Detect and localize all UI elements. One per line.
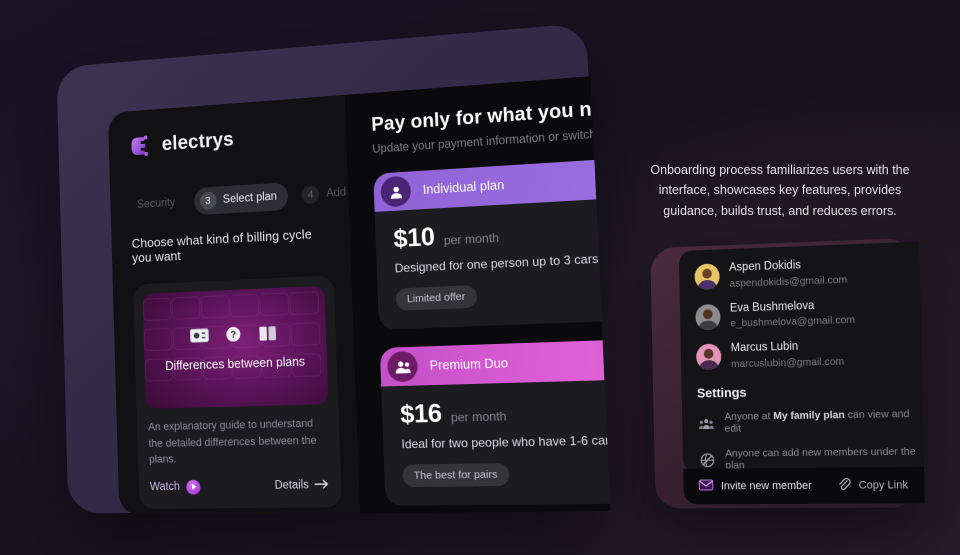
member-info: Eva Bushmelova e_bushmelova@gmail.com — [730, 297, 855, 330]
members-footer: Invite new member Copy Link — [683, 467, 925, 505]
plug-logo-icon — [128, 133, 153, 160]
brand[interactable]: electrys — [128, 120, 328, 159]
avatar — [695, 303, 721, 329]
user-icon — [380, 176, 411, 208]
plan-card-premium-duo[interactable]: Premium Duo $16 per month Ideal for two … — [380, 333, 611, 506]
brand-name: electrys — [161, 128, 234, 155]
plan-period: per month — [444, 231, 500, 248]
step-label: Select plan — [223, 191, 277, 206]
step-security[interactable]: Security — [127, 191, 187, 216]
question-circle-icon: ? — [223, 325, 244, 344]
avatar — [696, 344, 722, 370]
promo-thumbnail[interactable]: ? Differences between plans — [142, 286, 328, 409]
plan-name: Premium Duo — [429, 356, 508, 373]
setting-strong: My family plan — [773, 409, 845, 422]
step-number: 3 — [199, 192, 216, 211]
book-icon — [257, 324, 279, 343]
member-email: marcuslubin@gmail.com — [731, 354, 844, 371]
settings-heading: Settings — [697, 381, 923, 400]
list-item[interactable]: Aspen Dokidis aspendokidis@gmail.com — [694, 254, 920, 292]
arrow-right-icon — [314, 478, 329, 491]
price-row: $16 per month — [400, 390, 611, 430]
plan-period: per month — [451, 409, 507, 425]
watch-label: Watch — [150, 481, 180, 493]
promo-actions: Watch Details — [148, 477, 332, 496]
member-info: Aspen Dokidis aspendokidis@gmail.com — [729, 257, 847, 291]
sidebar-heading: Choose what kind of billing cycle you wa… — [131, 225, 332, 265]
price-row: $10 per month — [393, 203, 610, 255]
promo-card[interactable]: ? Differences between plans An explanato… — [133, 275, 342, 508]
group-icon — [697, 417, 715, 430]
copy-link-button[interactable]: Copy Link — [837, 477, 908, 494]
plan-description: Ideal for two people who have 1-6 cars i… — [401, 429, 610, 452]
envelope-icon — [699, 480, 714, 494]
sidebar: electrys Security 3 Select plan 4 Add in — [108, 95, 360, 515]
watch-button[interactable]: Watch — [150, 479, 201, 494]
setting-label: Anyone at My family plan can view and ed… — [724, 408, 923, 435]
plan-name: Individual plan — [423, 178, 505, 197]
copy-label: Copy Link — [858, 479, 908, 491]
left-device-mockup: electrys Security 3 Select plan 4 Add in — [56, 23, 608, 514]
member-info: Marcus Lubin marcuslubin@gmail.com — [731, 339, 845, 371]
banknote-icon — [189, 326, 210, 344]
step-number: 4 — [302, 185, 320, 204]
plan-card-individual[interactable]: Individual plan $10 per month Designed f… — [373, 147, 610, 330]
paperclip-icon — [837, 478, 850, 494]
details-button[interactable]: Details — [274, 478, 329, 492]
plan-body: $16 per month Ideal for two people who h… — [381, 374, 610, 487]
list-item[interactable]: Marcus Lubin marcuslubin@gmail.com — [696, 337, 922, 372]
caption-text: Onboarding process familiarizes users wi… — [630, 160, 930, 221]
invite-label: Invite new member — [721, 480, 812, 493]
avatar — [694, 263, 720, 290]
plan-tag: The best for pairs — [402, 463, 509, 487]
plan-header: Premium Duo — [380, 333, 611, 386]
right-device-mockup: Aspen Dokidis aspendokidis@gmail.com Eva… — [650, 238, 919, 509]
setting-prefix: Anyone at — [724, 410, 773, 423]
promo-description: An explanatory guide to understand the d… — [148, 415, 329, 468]
plan-tag: Limited offer — [395, 285, 476, 311]
plans-panel: Pay only for what you need Update your p… — [345, 76, 611, 513]
onboarding-stepper: Security 3 Select plan 4 Add in — [127, 180, 332, 220]
invite-new-member-button[interactable]: Invite new member — [699, 479, 812, 494]
users-icon — [387, 351, 418, 382]
member-email: e_bushmelova@gmail.com — [730, 313, 855, 331]
globe-slash-icon — [698, 452, 716, 467]
mesh-pattern — [142, 286, 328, 401]
step-label: Security — [137, 197, 176, 211]
setting-row-visibility[interactable]: Anyone at My family plan can view and ed… — [697, 408, 923, 435]
list-item[interactable]: Eva Bushmelova e_bushmelova@gmail.com — [695, 295, 921, 331]
plan-price: $10 — [393, 223, 435, 254]
plan-price: $16 — [400, 399, 442, 430]
screenshot-stage: electrys Security 3 Select plan 4 Add in — [0, 0, 960, 555]
device-screen: electrys Security 3 Select plan 4 Add in — [108, 76, 610, 515]
details-label: Details — [274, 479, 309, 492]
promo-icon-row: ? — [189, 324, 279, 345]
step-select-plan[interactable]: 3 Select plan — [193, 182, 289, 215]
svg-text:?: ? — [230, 329, 236, 341]
play-icon — [186, 479, 201, 494]
members-panel: Aspen Dokidis aspendokidis@gmail.com Eva… — [679, 242, 924, 473]
